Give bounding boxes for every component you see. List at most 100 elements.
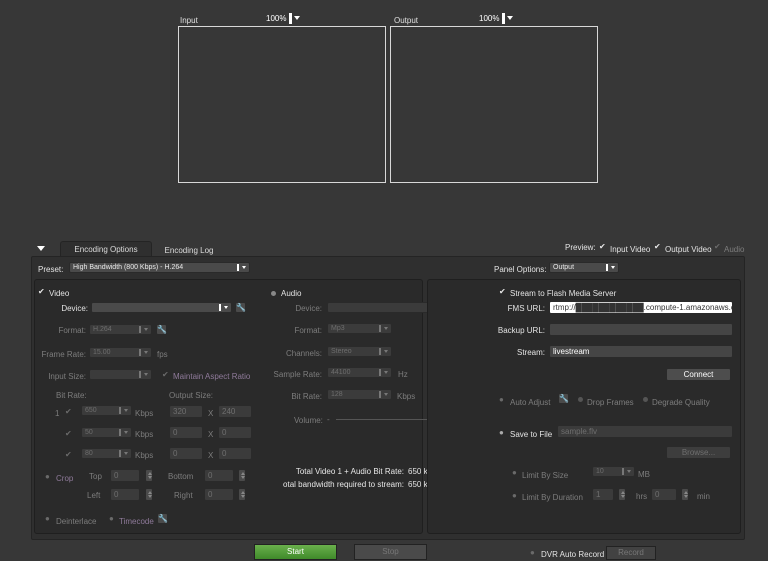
- audio-bit-rate-select[interactable]: 128: [327, 389, 392, 400]
- video-device-settings-wrench-icon[interactable]: 🔧: [235, 302, 246, 313]
- output-preview-label: Output: [394, 16, 419, 25]
- stream-name-input[interactable]: livestream: [549, 345, 733, 358]
- auto-adjust-checkbox[interactable]: ●: [499, 396, 504, 404]
- timecode-checkbox[interactable]: ●: [109, 515, 114, 523]
- input-size-select[interactable]: [89, 369, 152, 380]
- drop-frames-radio[interactable]: [578, 397, 583, 402]
- audio-checkbox[interactable]: [271, 291, 276, 296]
- limit-size-checkbox[interactable]: ●: [512, 469, 517, 477]
- audio-format-select[interactable]: Mp3: [327, 323, 392, 334]
- fms-url-label: FMS URL:: [507, 304, 545, 313]
- sample-rate-select[interactable]: 44100: [327, 367, 392, 378]
- preset-select[interactable]: High Bandwidth (800 Kbps) - H.264: [69, 262, 250, 273]
- channels-label: Channels:: [285, 349, 322, 358]
- bandwidth-label: otal bandwidth required to stream:: [283, 480, 404, 489]
- degrade-quality-label: Degrade Quality: [652, 398, 710, 407]
- preview-output-video-checkbox[interactable]: ✔: [654, 243, 661, 251]
- dvr-auto-record-checkbox[interactable]: ●: [530, 549, 535, 557]
- chevron-down-icon: [124, 409, 128, 412]
- mb-unit: MB: [638, 470, 650, 479]
- preview-audio-checkbox[interactable]: ✔: [714, 243, 721, 251]
- output-height-2[interactable]: 0: [218, 426, 252, 439]
- deinterlace-checkbox[interactable]: ●: [45, 515, 50, 523]
- channels-select[interactable]: Stereo: [327, 346, 392, 357]
- output-zoom-value[interactable]: 100%: [479, 14, 499, 23]
- audio-title: Audio: [281, 289, 302, 298]
- chevron-down-icon: [384, 327, 388, 330]
- bitrate-row-2-select[interactable]: 50: [81, 427, 132, 438]
- hrs-unit: hrs: [636, 492, 648, 501]
- tab-encoding-log[interactable]: Encoding Log: [156, 246, 222, 255]
- output-width-3[interactable]: 0: [169, 447, 203, 460]
- deinterlace-label: Deinterlace: [56, 517, 97, 526]
- input-size-label: Input Size:: [48, 372, 86, 381]
- chevron-down-icon: [384, 371, 388, 374]
- duration-hrs-stepper[interactable]: [618, 488, 626, 501]
- video-format-label: Format:: [58, 326, 86, 335]
- crop-right-stepper[interactable]: [238, 488, 246, 501]
- crop-right-input[interactable]: 0: [204, 488, 234, 501]
- crop-left-input[interactable]: 0: [110, 488, 140, 501]
- chevron-down-icon: [124, 452, 128, 455]
- sample-rate-value: 44100: [331, 369, 351, 376]
- bitrate-row-1-checkbox[interactable]: ✔: [65, 408, 72, 416]
- stream-fms-checkbox[interactable]: ✔: [499, 288, 506, 296]
- crop-top-input[interactable]: 0: [110, 469, 140, 482]
- browse-button[interactable]: Browse...: [666, 446, 731, 459]
- limit-size-label: Limit By Size: [522, 471, 569, 480]
- video-format-select[interactable]: H.264: [89, 324, 152, 335]
- output-height-3[interactable]: 0: [218, 447, 252, 460]
- output-zoom-chevron-down-icon[interactable]: [507, 16, 513, 20]
- stop-button[interactable]: Stop: [354, 544, 427, 560]
- panel-options-select[interactable]: Output: [549, 262, 619, 273]
- auto-adjust-wrench-icon[interactable]: 🔧: [558, 393, 569, 404]
- bit-rate-label: Bit Rate:: [56, 391, 87, 400]
- crop-left-stepper[interactable]: [145, 488, 153, 501]
- crop-top-stepper[interactable]: [145, 469, 153, 482]
- tab-encoding-options[interactable]: Encoding Options: [60, 241, 152, 257]
- crop-label: Crop: [56, 474, 74, 483]
- maintain-aspect-checkbox[interactable]: ✔: [162, 371, 169, 379]
- input-preview-label: Input: [180, 16, 198, 25]
- video-checkbox[interactable]: ✔: [38, 288, 45, 296]
- fms-url-input[interactable]: rtmp://████████████.compute-1.amazonaws.…: [549, 301, 733, 314]
- output-size-label: Output Size:: [169, 391, 214, 400]
- bitrate-row-1-select[interactable]: 650: [81, 405, 132, 416]
- duration-hrs-input[interactable]: 1: [592, 488, 614, 501]
- crop-checkbox[interactable]: ●: [45, 473, 50, 481]
- preview-input-video-checkbox[interactable]: ✔: [599, 243, 606, 251]
- collapse-chevron-down-icon[interactable]: [37, 246, 45, 251]
- limit-duration-checkbox[interactable]: ●: [512, 492, 517, 500]
- input-zoom-value[interactable]: 100%: [266, 14, 286, 23]
- dvr-auto-record-label: DVR Auto Record: [541, 550, 605, 559]
- audio-format-value: Mp3: [331, 325, 345, 332]
- video-device-select[interactable]: [91, 302, 232, 313]
- bitrate-row-2-checkbox[interactable]: ✔: [65, 430, 72, 438]
- limit-size-select[interactable]: 10: [592, 466, 635, 477]
- output-width-2[interactable]: 0: [169, 426, 203, 439]
- frame-rate-select[interactable]: 15.00: [89, 347, 152, 358]
- crop-bottom-stepper[interactable]: [238, 469, 246, 482]
- bitrate-row-3-select[interactable]: 80: [81, 448, 132, 459]
- start-button[interactable]: Start: [254, 544, 337, 560]
- crop-bottom-input[interactable]: 0: [204, 469, 234, 482]
- record-button[interactable]: Record: [606, 546, 656, 560]
- video-format-settings-wrench-icon[interactable]: 🔧: [156, 324, 167, 335]
- chevron-down-icon: [384, 393, 388, 396]
- output-preview-pane: [390, 26, 598, 183]
- bitrate-row-3-checkbox[interactable]: ✔: [65, 451, 72, 459]
- save-to-file-checkbox[interactable]: ●: [499, 429, 504, 437]
- crop-right-label: Right: [174, 491, 193, 500]
- duration-min-stepper[interactable]: [681, 488, 689, 501]
- video-device-label: Device:: [61, 304, 88, 313]
- duration-min-input[interactable]: 0: [651, 488, 677, 501]
- output-height-1[interactable]: 240: [218, 405, 252, 418]
- file-path-input[interactable]: sample.flv: [557, 425, 733, 438]
- output-width-1[interactable]: 320: [169, 405, 203, 418]
- connect-button[interactable]: Connect: [666, 368, 731, 381]
- bitrate-row-3-unit: Kbps: [135, 451, 154, 460]
- input-zoom-chevron-down-icon[interactable]: [294, 16, 300, 20]
- backup-url-input[interactable]: [549, 323, 733, 336]
- timecode-settings-wrench-icon[interactable]: 🔧: [157, 513, 168, 524]
- degrade-quality-radio[interactable]: [643, 397, 648, 402]
